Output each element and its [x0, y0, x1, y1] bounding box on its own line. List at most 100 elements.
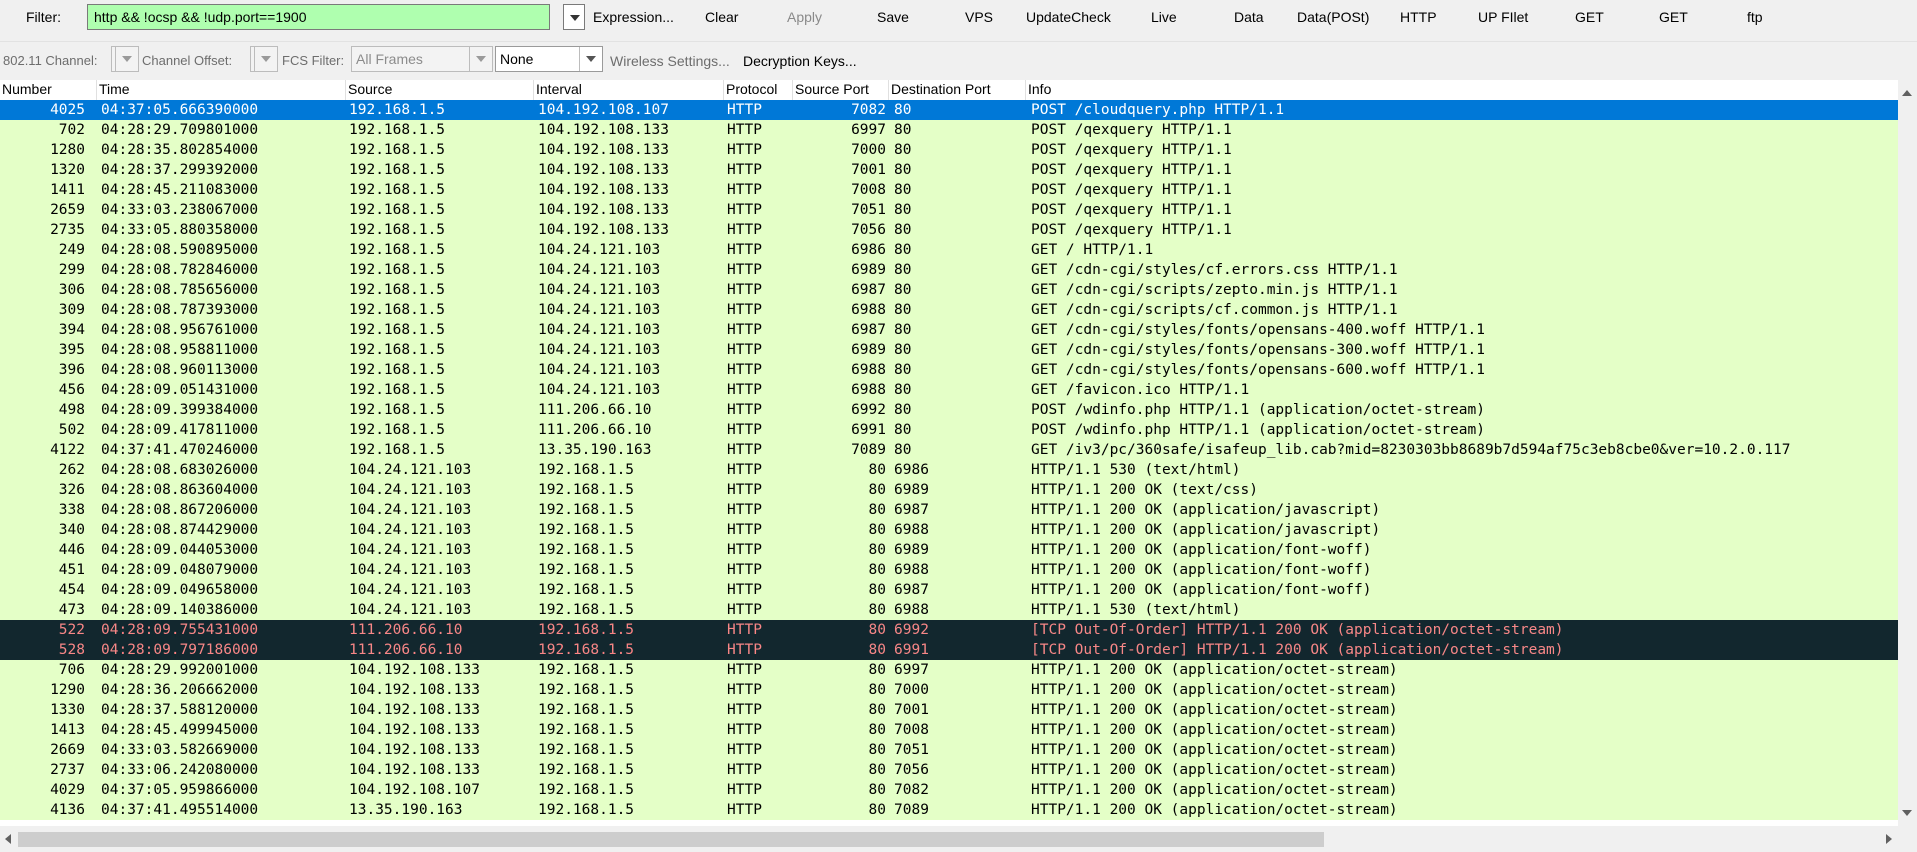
- table-row[interactable]: 473 04:28:09.140386000 104.24.121.103 192.1…: [0, 600, 1898, 620]
- cell-proto: HTTP: [727, 762, 762, 778]
- filter-history-dropdown[interactable]: [563, 4, 585, 30]
- cell-sport: 80: [868, 802, 886, 818]
- table-row[interactable]: 2737 04:33:06.242080000 104.192.108.133 192…: [0, 760, 1898, 780]
- table-row[interactable]: 306 04:28:08.785656000 192.168.1.5 104.24.1…: [0, 280, 1898, 300]
- horizontal-scrollbar[interactable]: [0, 826, 1898, 852]
- scroll-left-icon[interactable]: [5, 834, 11, 844]
- wireless-settings-button[interactable]: Wireless Settings...: [610, 53, 730, 69]
- table-row[interactable]: 4136 04:37:41.495514000 13.35.190.163 192.1…: [0, 800, 1898, 820]
- clear-button[interactable]: Clear: [705, 9, 738, 25]
- scroll-down-icon[interactable]: [1902, 810, 1912, 816]
- display-filter-input[interactable]: [87, 4, 550, 30]
- table-row[interactable]: 456 04:28:09.051431000 192.168.1.5 104.24.1…: [0, 380, 1898, 400]
- table-row[interactable]: 498 04:28:09.399384000 192.168.1.5 111.206.…: [0, 400, 1898, 420]
- table-row[interactable]: 262 04:28:08.683026000 104.24.121.103 192.1…: [0, 460, 1898, 480]
- cell-dport: 80: [894, 182, 912, 198]
- updatecheck-button[interactable]: UpdateCheck: [1026, 9, 1111, 25]
- table-row[interactable]: 340 04:28:08.874429000 104.24.121.103 192.1…: [0, 520, 1898, 540]
- get-button-2[interactable]: GET: [1659, 9, 1688, 25]
- cell-proto: HTTP: [727, 122, 762, 138]
- table-row[interactable]: 1280 04:28:35.802854000 192.168.1.5 104.192…: [0, 140, 1898, 160]
- table-row[interactable]: 2669 04:33:03.582669000 104.192.108.133 192…: [0, 740, 1898, 760]
- table-row[interactable]: 1411 04:28:45.211083000 192.168.1.5 104.192…: [0, 180, 1898, 200]
- live-button[interactable]: Live: [1151, 9, 1177, 25]
- fcs-filter-dropdown[interactable]: [469, 47, 492, 71]
- cell-src: 192.168.1.5: [349, 422, 446, 438]
- table-row[interactable]: 1320 04:28:37.299392000 192.168.1.5 104.192…: [0, 160, 1898, 180]
- table-row[interactable]: 454 04:28:09.049658000 104.24.121.103 192.1…: [0, 580, 1898, 600]
- decryption-mode-select[interactable]: None: [495, 46, 603, 72]
- horizontal-scroll-thumb[interactable]: [18, 832, 1324, 847]
- channel-dropdown[interactable]: [115, 47, 138, 71]
- http-button[interactable]: HTTP: [1400, 9, 1437, 25]
- column-header-source-port[interactable]: Source Port: [793, 81, 869, 97]
- data-button[interactable]: Data: [1234, 9, 1264, 25]
- table-row[interactable]: 326 04:28:08.863604000 104.24.121.103 192.1…: [0, 480, 1898, 500]
- table-row[interactable]: 2735 04:33:05.880358000 192.168.1.5 104.192…: [0, 220, 1898, 240]
- table-row[interactable]: 2659 04:33:03.238067000 192.168.1.5 104.192…: [0, 200, 1898, 220]
- column-header-time[interactable]: Time: [97, 81, 130, 97]
- cell-sport: 6988: [851, 382, 886, 398]
- column-header-protocol[interactable]: Protocol: [724, 81, 777, 97]
- cell-num: 1411: [50, 182, 85, 198]
- save-button[interactable]: Save: [877, 9, 909, 25]
- table-row[interactable]: 338 04:28:08.867206000 104.24.121.103 192.1…: [0, 500, 1898, 520]
- scroll-up-icon[interactable]: [1902, 90, 1912, 96]
- table-row[interactable]: 522 04:28:09.755431000 111.206.66.10 192.16…: [0, 620, 1898, 640]
- cell-dport: 7089: [894, 802, 929, 818]
- column-header-destination-port[interactable]: Destination Port: [889, 81, 991, 97]
- table-row[interactable]: 1413 04:28:45.499945000 104.192.108.133 192…: [0, 720, 1898, 740]
- fcs-filter-select[interactable]: All Frames: [351, 46, 493, 72]
- get-button-1[interactable]: GET: [1575, 9, 1604, 25]
- chevron-down-icon: [586, 56, 596, 62]
- data-post-button[interactable]: Data(POSt): [1297, 9, 1369, 25]
- cell-src: 192.168.1.5: [349, 442, 446, 458]
- table-row[interactable]: 702 04:28:29.709801000 192.168.1.5 104.192.…: [0, 120, 1898, 140]
- cell-num: 498: [58, 402, 85, 418]
- cell-sport: 80: [868, 642, 886, 658]
- cell-info: HTTP/1.1 200 OK (application/javascript): [1031, 522, 1381, 538]
- cell-sport: 6987: [851, 282, 886, 298]
- cell-dst: 192.168.1.5: [538, 802, 635, 818]
- cell-info: POST /qexquery HTTP/1.1: [1031, 162, 1232, 178]
- table-row[interactable]: 502 04:28:09.417811000 192.168.1.5 111.206.…: [0, 420, 1898, 440]
- table-row[interactable]: 706 04:28:29.992001000 104.192.108.133 192.…: [0, 660, 1898, 680]
- cell-src: 104.24.121.103: [349, 602, 472, 618]
- cell-src: 192.168.1.5: [349, 162, 446, 178]
- decryption-mode-dropdown[interactable]: [579, 47, 602, 71]
- channel-offset-select[interactable]: [250, 46, 278, 72]
- vertical-scrollbar[interactable]: [1898, 80, 1917, 826]
- channel-select[interactable]: [111, 46, 139, 72]
- scroll-right-icon[interactable]: [1886, 834, 1892, 844]
- ftp-button[interactable]: ftp: [1747, 9, 1763, 25]
- column-header-interval[interactable]: Interval: [534, 81, 582, 97]
- table-row[interactable]: 395 04:28:08.958811000 192.168.1.5 104.24.1…: [0, 340, 1898, 360]
- table-row[interactable]: 4029 04:37:05.959866000 104.192.108.107 192…: [0, 780, 1898, 800]
- cell-dport: 80: [894, 302, 912, 318]
- table-row[interactable]: 1330 04:28:37.588120000 104.192.108.133 192…: [0, 700, 1898, 720]
- cell-src: 104.24.121.103: [349, 522, 472, 538]
- table-row[interactable]: 309 04:28:08.787393000 192.168.1.5 104.24.1…: [0, 300, 1898, 320]
- table-row[interactable]: 451 04:28:09.048079000 104.24.121.103 192.1…: [0, 560, 1898, 580]
- cell-proto: HTTP: [727, 262, 762, 278]
- cell-src: 104.192.108.133: [349, 762, 480, 778]
- table-row[interactable]: 4025 04:37:05.666390000 192.168.1.5 104.192…: [0, 100, 1898, 120]
- table-row[interactable]: 1290 04:28:36.206662000 104.192.108.133 192…: [0, 680, 1898, 700]
- cell-num: 1320: [50, 162, 85, 178]
- expression-button[interactable]: Expression...: [593, 9, 674, 25]
- column-header-source[interactable]: Source: [346, 81, 392, 97]
- column-header-info[interactable]: Info: [1026, 81, 1051, 97]
- apply-button[interactable]: Apply: [787, 9, 822, 25]
- table-row[interactable]: 396 04:28:08.960113000 192.168.1.5 104.24.1…: [0, 360, 1898, 380]
- table-row[interactable]: 299 04:28:08.782846000 192.168.1.5 104.24.1…: [0, 260, 1898, 280]
- decryption-keys-button[interactable]: Decryption Keys...: [743, 53, 857, 69]
- up-filet-button[interactable]: UP FIlet: [1478, 9, 1528, 25]
- table-row[interactable]: 4122 04:37:41.470246000 192.168.1.5 13.35.1…: [0, 440, 1898, 460]
- table-row[interactable]: 446 04:28:09.044053000 104.24.121.103 192.1…: [0, 540, 1898, 560]
- vps-button[interactable]: VPS: [965, 9, 993, 25]
- table-row[interactable]: 249 04:28:08.590895000 192.168.1.5 104.24.1…: [0, 240, 1898, 260]
- column-header-number[interactable]: Number: [0, 81, 52, 97]
- table-row[interactable]: 528 04:28:09.797186000 111.206.66.10 192.16…: [0, 640, 1898, 660]
- table-row[interactable]: 394 04:28:08.956761000 192.168.1.5 104.24.1…: [0, 320, 1898, 340]
- channel-offset-dropdown[interactable]: [254, 47, 277, 71]
